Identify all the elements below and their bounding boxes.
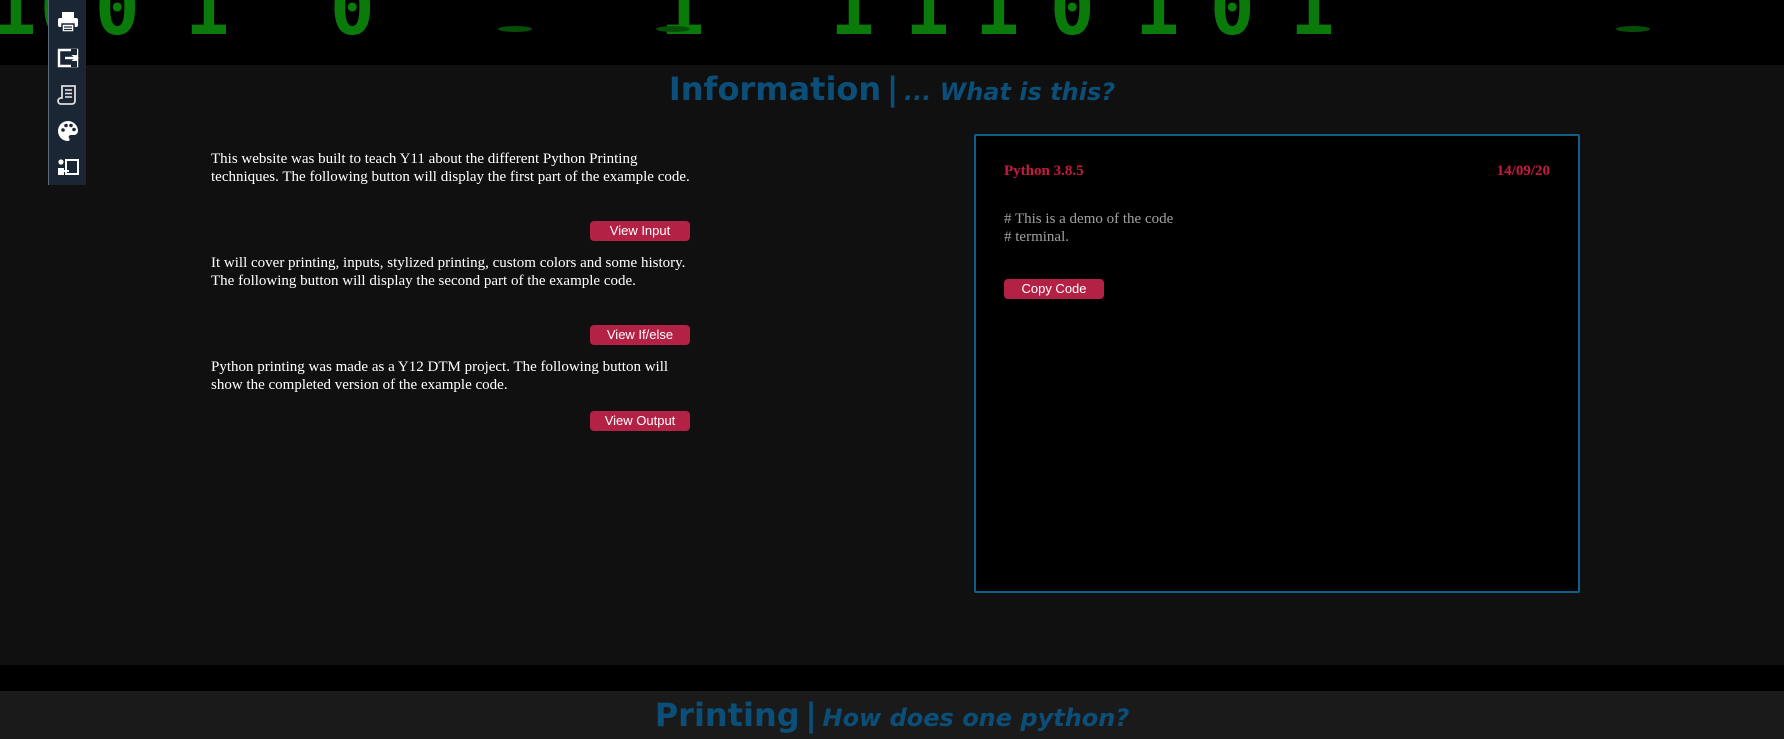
information-heading: Information | ... What is this? [0, 70, 1784, 108]
copy-code-button[interactable]: Copy Code [1004, 279, 1104, 299]
heading-separator: | [805, 696, 817, 734]
binary-fade-mark [1616, 26, 1650, 32]
information-section: Information | ... What is this? This web… [0, 65, 1784, 665]
info-paragraph: It will cover printing, inputs, stylized… [211, 255, 686, 289]
section-divider [0, 665, 1784, 691]
binary-fade-mark [656, 26, 690, 32]
printer-icon[interactable] [56, 10, 80, 34]
binary-banner: 1 0 0 1 0 1 1 1 1 0 1 0 1 [0, 0, 1784, 65]
printing-section: Printing | How does one python? [0, 691, 1784, 739]
banner-shade [0, 35, 1784, 65]
code-line: # This is a demo of the code [1004, 211, 1174, 227]
icon-sidebar [48, 0, 86, 185]
code-terminal: Python 3.8.5 14/09/20 # This is a demo o… [974, 134, 1580, 593]
info-paragraph: This website was built to teach Y11 abou… [211, 151, 690, 185]
view-input-button[interactable]: View Input [590, 221, 690, 241]
terminal-code[interactable]: # This is a demo of the code # terminal. [1004, 210, 1173, 246]
printing-title: Printing [654, 696, 800, 734]
binary-fade-mark [498, 26, 532, 32]
terminal-date: 14/09/20 [1496, 163, 1550, 179]
printing-subtitle: How does one python? [822, 704, 1130, 732]
binary-faded-row [0, 22, 1784, 34]
info-paragraph: Python printing was made as a Y12 DTM pr… [211, 359, 669, 393]
view-ifelse-button[interactable]: View If/else [590, 325, 690, 345]
scroll-icon[interactable] [56, 83, 80, 107]
information-title: Information [668, 70, 882, 108]
printing-heading: Printing | How does one python? [0, 696, 1784, 734]
python-version: Python 3.8.5 [1004, 163, 1084, 179]
code-line: # terminal. [1004, 229, 1069, 245]
palette-icon[interactable] [56, 119, 80, 143]
view-output-button[interactable]: View Output [590, 411, 690, 431]
history-icon[interactable] [56, 155, 80, 179]
heading-separator: | [886, 70, 899, 108]
information-subtitle: ... What is this? [904, 78, 1116, 106]
input-icon[interactable] [56, 46, 80, 70]
